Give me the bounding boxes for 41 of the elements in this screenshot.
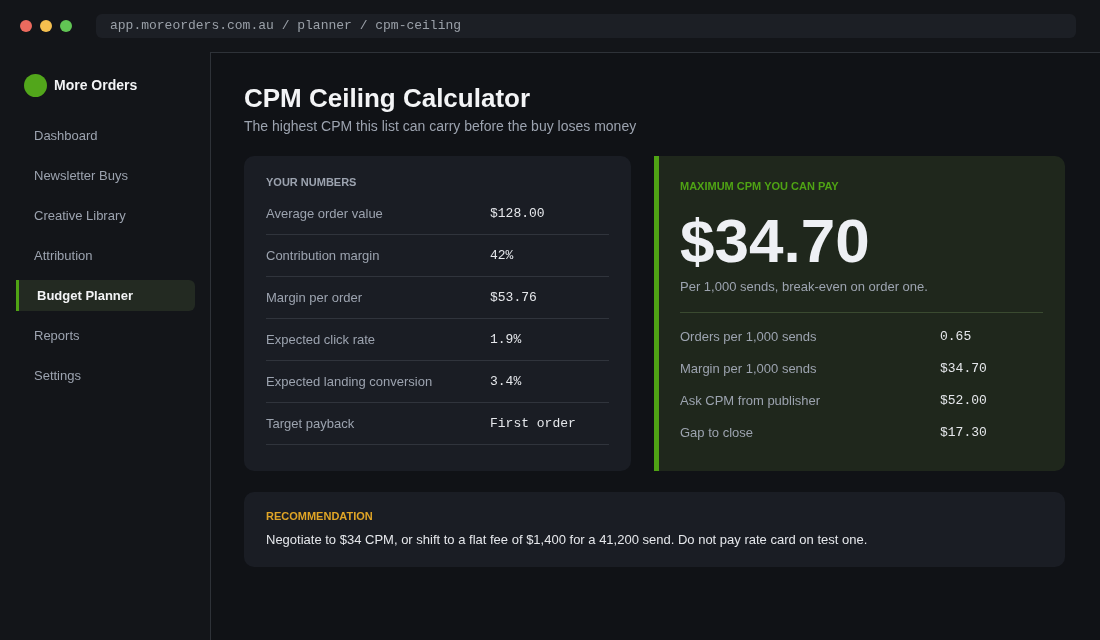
result-label: Gap to close xyxy=(680,424,754,443)
result-label: Orders per 1,000 sends xyxy=(680,328,818,347)
result-label: Ask CPM from publisher xyxy=(680,392,822,411)
input-label: Margin per order xyxy=(266,288,364,307)
sidebar-nav-item[interactable]: Dashboard xyxy=(16,120,195,151)
result-note: Per 1,000 sends, break-even on order one. xyxy=(680,278,929,296)
result-value: $34.70 xyxy=(940,360,987,379)
sidebar-nav-item[interactable]: Settings xyxy=(16,360,195,391)
sidebar-nav-item[interactable]: Budget Planner xyxy=(16,280,195,311)
input-value: 42% xyxy=(490,246,514,265)
sidebar-nav-item[interactable]: Attribution xyxy=(16,240,195,271)
card-heading: MAXIMUM CPM YOU CAN PAY xyxy=(680,179,840,193)
sidebar-nav-item[interactable]: Creative Library xyxy=(16,200,195,231)
recommendation-text: Negotiate to $34 CPM, or shift to a flat fee of $1,400 for a 41,200 send. Do not pay rate card on test one. xyxy=(266,531,869,549)
result-value: 0.65 xyxy=(940,328,972,347)
input-value: $128.00 xyxy=(490,204,545,223)
logo-icon xyxy=(24,74,47,97)
input-value: 3.4% xyxy=(490,372,522,391)
brand-name: More Orders xyxy=(54,76,138,95)
result-value: $52.00 xyxy=(940,392,987,411)
max-cpm-amount: $34.70 xyxy=(680,210,870,272)
input-value: 1.9% xyxy=(490,330,522,349)
sidebar-nav-item[interactable]: Newsletter Buys xyxy=(16,160,195,191)
result-value: $17.30 xyxy=(940,424,987,443)
window-minimize-icon[interactable] xyxy=(40,20,52,32)
page-title: CPM Ceiling Calculator xyxy=(244,82,532,114)
window-maximize-icon[interactable] xyxy=(60,20,72,32)
result-label: Margin per 1,000 sends xyxy=(680,360,818,379)
input-label: Contribution margin xyxy=(266,246,381,265)
address-bar[interactable]: app.moreorders.com.au / planner / cpm-ceiling xyxy=(96,14,1076,38)
input-label: Target payback xyxy=(266,414,356,433)
sidebar-nav-item[interactable]: Reports xyxy=(16,320,195,351)
window-close-icon[interactable] xyxy=(20,20,32,32)
input-label: Expected landing conversion xyxy=(266,372,434,391)
page-subtitle: The highest CPM this list can carry before the buy loses money xyxy=(244,117,638,136)
card-heading: RECOMMENDATION xyxy=(266,509,374,523)
input-value: First order xyxy=(490,414,576,433)
input-label: Expected click rate xyxy=(266,330,377,349)
card-heading: YOUR NUMBERS xyxy=(266,175,358,189)
input-value: $53.76 xyxy=(490,288,537,307)
input-label: Average order value xyxy=(266,204,384,223)
